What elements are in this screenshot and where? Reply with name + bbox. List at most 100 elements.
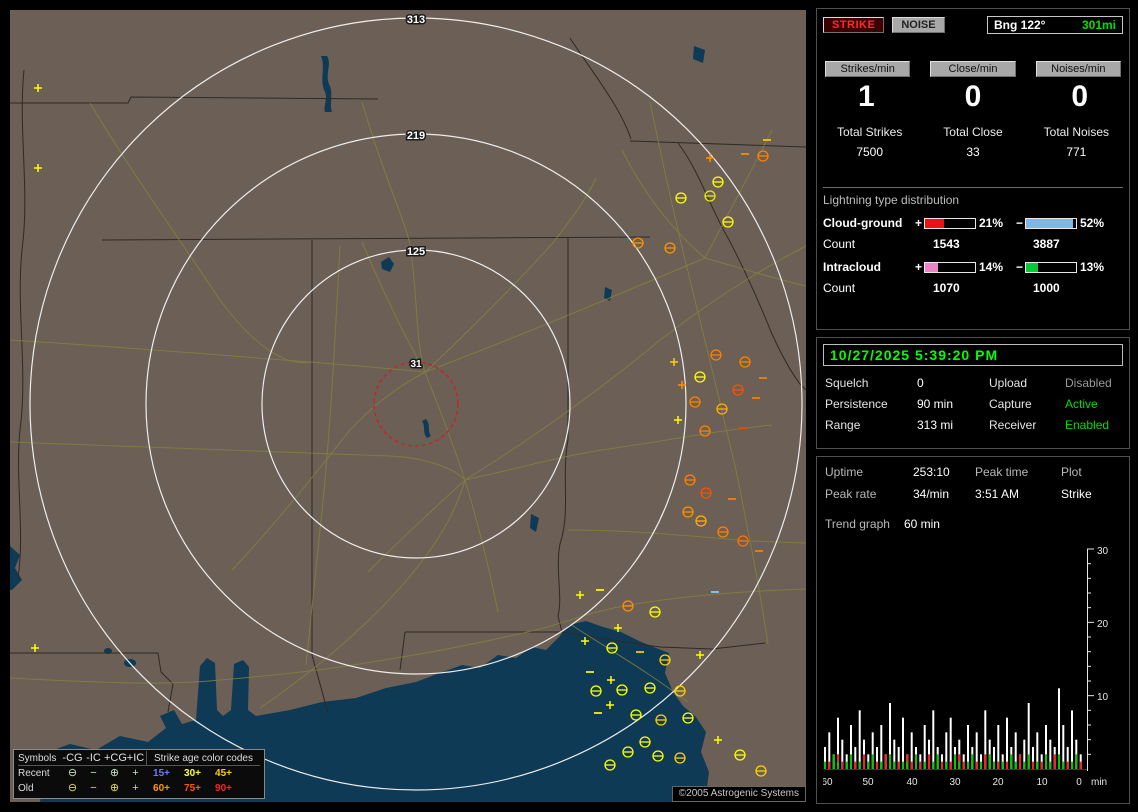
circle-minus-icon: ⊖ (67, 767, 78, 779)
age-code: 30+ (184, 768, 201, 779)
x-tick-50: 50 (862, 777, 874, 788)
cloud-ground-counts: Count 1543 3887 (823, 237, 1123, 251)
ring-label-219: 219 (407, 130, 425, 142)
total-strikes-value: 7500 (856, 145, 884, 159)
plus-sign: + (914, 260, 922, 274)
trend-graph-label-row: Trend graph 60 min (823, 517, 1123, 531)
y-tick-20: 20 (1097, 619, 1109, 630)
y-axis-ticks (1087, 548, 1094, 755)
ic-negative-pct: 13% (1080, 260, 1105, 274)
intracloud-counts: Count 1070 1000 (823, 281, 1123, 295)
map-canvas: 313 219 125 31 (10, 10, 806, 802)
intracloud-row: Intracloud + 14% − 13% (823, 260, 1123, 274)
age-code: 90+ (215, 783, 232, 794)
strikes-per-min-button[interactable]: Strikes/min (825, 61, 911, 77)
cg-positive-count: 1543 (933, 237, 960, 251)
settings-grid: Squelch 0 Upload Disabled Persistence 90… (823, 376, 1123, 432)
range-value: 313 mi (917, 418, 954, 432)
age-code: 60+ (153, 783, 170, 794)
plus-sign: + (914, 216, 922, 230)
receiver-status: Enabled (1065, 418, 1110, 432)
plot-value: Strike (1061, 487, 1092, 501)
total-strikes-label: Total Strikes (836, 125, 903, 139)
cg-negative-pct: 52% (1080, 216, 1105, 230)
ic-positive-count: 1070 (933, 281, 960, 295)
uptime-value: 253:10 (913, 465, 950, 479)
plot-label: Plot (1061, 465, 1082, 479)
legend-col-neg-ic: -IC (86, 751, 101, 764)
circle-minus-icon: ⊖ (67, 782, 78, 794)
cg-positive-pct: 21% (979, 216, 1004, 230)
total-noises-value: 771 (1066, 145, 1087, 159)
trend-window-value: 60 min (903, 517, 940, 531)
copyright-notice: ©2005 Astrogenic Systems (671, 786, 806, 802)
trend-graph-label: Trend graph (825, 517, 890, 531)
total-close-value: 33 (966, 145, 980, 159)
peak-time-label: Peak time (975, 465, 1029, 479)
legend-symbols-label: Symbols (18, 752, 57, 764)
plus-icon: + (132, 767, 139, 779)
trend-bars-layer (824, 688, 1082, 769)
distribution-title: Lightning type distribution (823, 193, 960, 207)
bearing-readout: Bng 122° 301mi (987, 16, 1123, 34)
ring-label-313: 313 (407, 14, 425, 26)
total-close-label: Total Close (943, 125, 1003, 139)
total-noises-label: Total Noises (1043, 125, 1110, 139)
x-tick-0: 0 (1076, 777, 1082, 788)
upload-label: Upload (989, 376, 1028, 390)
plus-icon: + (132, 782, 139, 794)
noises-per-min-value: 0 (1071, 80, 1088, 113)
noise-mode-button[interactable]: NOISE (892, 17, 945, 33)
legend-row-recent: Recent ⊖ − ⊕ + 15+ 30+ 45+ (18, 766, 260, 781)
minus-sign: − (1015, 260, 1023, 274)
cg-negative-bar (1025, 217, 1077, 229)
circle-plus-icon: ⊕ (109, 767, 120, 779)
x-tick-20: 20 (992, 777, 1004, 788)
minus-icon: − (90, 767, 97, 779)
peak-rate-label: Peak rate (825, 487, 877, 501)
ring-label-31: 31 (410, 359, 422, 370)
persistence-value: 90 min (917, 397, 954, 411)
ic-positive-bar (924, 261, 976, 273)
circle-plus-icon: ⊕ (109, 782, 120, 794)
x-tick-60: 60 (823, 777, 833, 788)
x-tick-10: 10 (1036, 777, 1048, 788)
legend-header: Symbols -CG -IC +CG +IC Strike age color… (18, 750, 260, 766)
strike-counters-section: STRIKE NOISE Bng 122° 301mi Strikes/min … (816, 8, 1130, 330)
symbol-legend: Symbols -CG -IC +CG +IC Strike age color… (13, 749, 265, 799)
strike-mode-button[interactable]: STRIKE (823, 17, 885, 33)
trend-graph: 30 20 10 60 50 40 30 20 10 0 min (823, 547, 1123, 797)
y-tick-30: 30 (1097, 547, 1109, 557)
squelch-value: 0 (917, 376, 924, 390)
noises-per-min-button[interactable]: Noises/min (1035, 61, 1121, 77)
cg-negative-count: 3887 (1033, 237, 1060, 251)
legend-col-neg-cg: -CG (62, 751, 83, 764)
minus-icon: − (90, 782, 97, 794)
x-tick-30: 30 (949, 777, 961, 788)
receiver-label: Receiver (989, 418, 1037, 432)
ic-negative-count: 1000 (1033, 281, 1060, 295)
app-window: 313 219 125 31 Symbols -CG -IC +CG +IC S… (0, 0, 1138, 812)
minus-sign: − (1015, 216, 1023, 230)
peak-time-value: 3:51 AM (975, 487, 1020, 501)
age-code: 15+ (153, 768, 170, 779)
range-label: Range (825, 418, 861, 432)
trend-section: Uptime 253:10 Peak time Plot Peak rate 3… (816, 456, 1130, 804)
ring-label-125: 125 (407, 246, 425, 258)
status-section: 10/27/2025 5:39:20 PM Squelch 0 Upload D… (816, 337, 1130, 449)
legend-age-title: Strike age color codes (146, 750, 260, 766)
squelch-label: Squelch (825, 376, 869, 390)
x-unit-label: min (1091, 777, 1107, 788)
y-tick-10: 10 (1097, 692, 1109, 703)
lightning-map[interactable]: 313 219 125 31 Symbols -CG -IC +CG +IC S… (10, 10, 806, 802)
bearing-value: Bng 122° (994, 18, 1046, 32)
uptime-label: Uptime (825, 465, 864, 479)
strikes-per-min-value: 1 (857, 80, 875, 113)
stats-grid: Uptime 253:10 Peak time Plot Peak rate 3… (823, 463, 1123, 501)
close-per-min-button[interactable]: Close/min (930, 61, 1016, 77)
age-code: 75+ (184, 783, 201, 794)
bearing-range: 301mi (1081, 18, 1116, 32)
cloud-ground-row: Cloud-ground + 21% − 52% (823, 216, 1123, 230)
capture-status: Active (1065, 397, 1098, 411)
x-tick-40: 40 (906, 777, 918, 788)
